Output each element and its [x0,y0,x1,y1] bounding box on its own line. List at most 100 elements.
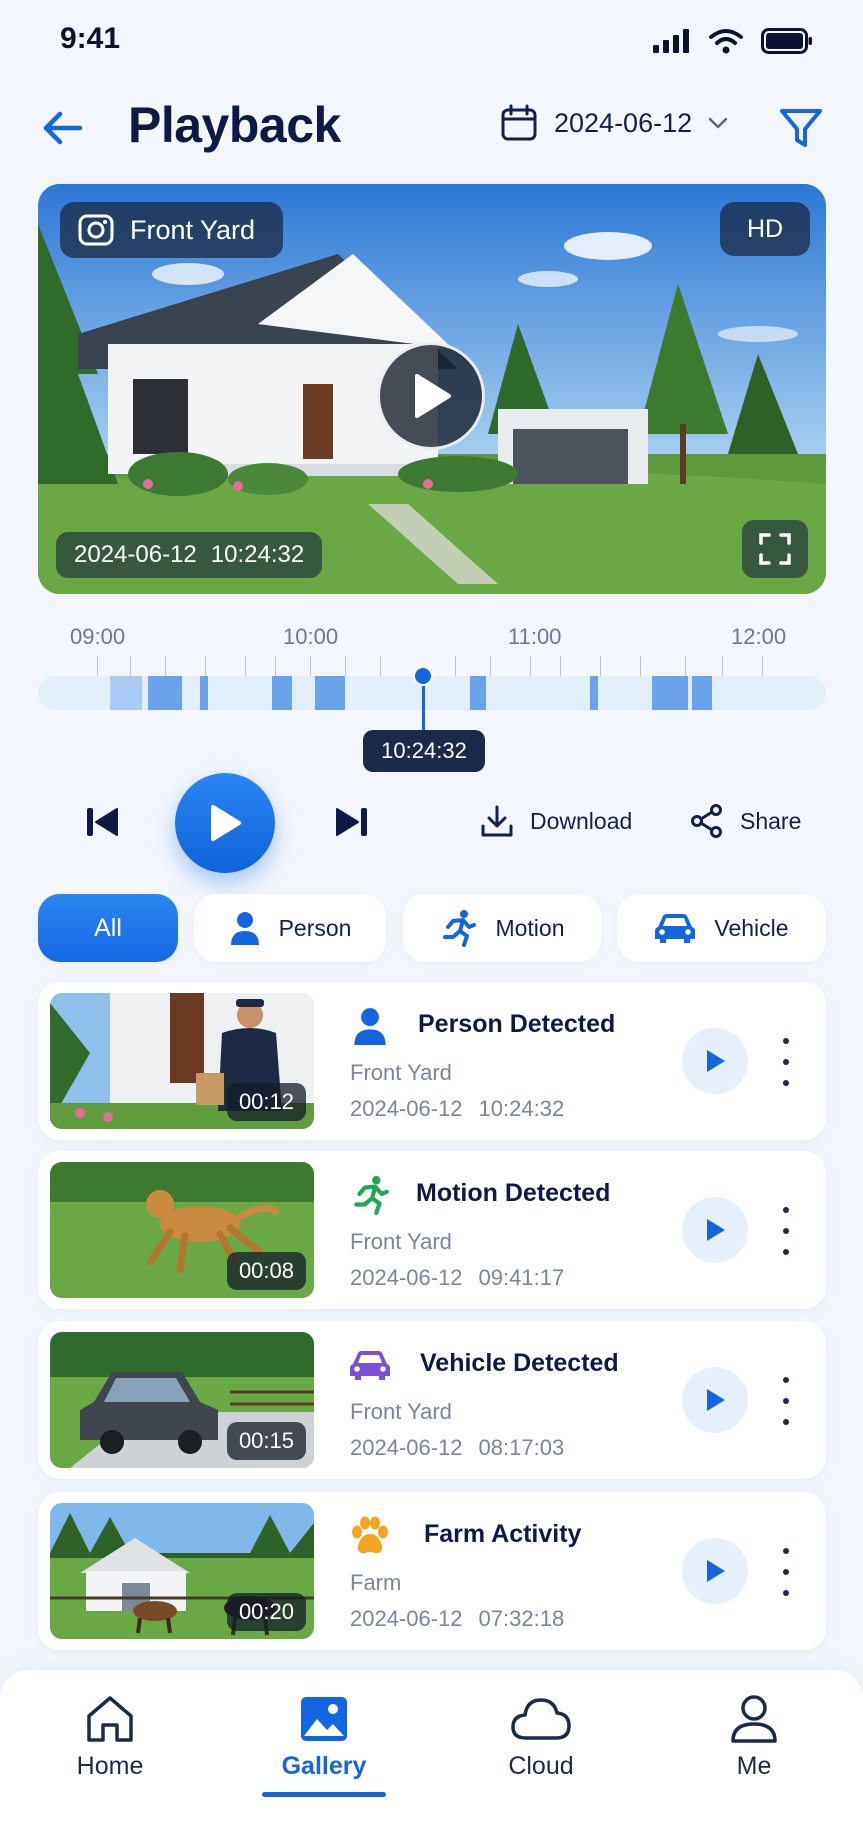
event-datetime: 2024-06-12 07:32:18 [350,1606,564,1632]
event-date: 2024-06-12 [350,1435,463,1460]
event-location: Front Yard [350,1399,452,1424]
filter-chip-motion[interactable]: Motion [403,894,601,962]
timeline-tick [245,656,246,676]
nav-active-indicator [262,1792,386,1797]
event-type-icon [348,1343,392,1387]
timeline-recording-segment[interactable] [590,676,598,710]
user-icon [731,1695,777,1743]
filter-chip-person[interactable]: Person [194,894,386,962]
timeline-recording-segment[interactable] [148,676,182,710]
event-card[interactable]: 00:08 Motion Detected Front Yard 2024-06… [38,1151,826,1309]
event-location: Front Yard [350,1060,452,1085]
share-button[interactable]: Share [690,804,801,838]
event-more-button[interactable] [778,1034,794,1090]
timeline-tick [310,656,311,676]
timeline-tick [130,656,131,676]
page-title: Playback [128,97,341,153]
event-type-icon [348,1004,392,1048]
skip-previous-icon [87,808,118,836]
event-play-button[interactable] [682,1197,748,1263]
nav-label: Home [76,1752,144,1780]
back-button[interactable] [34,100,90,156]
timeline-tick [455,656,456,676]
event-thumbnail: 00:08 [50,1162,314,1298]
event-time: 09:41:17 [478,1265,565,1290]
paw-icon [352,1516,388,1554]
timeline-recording-segment[interactable] [315,676,345,710]
event-more-button[interactable] [778,1203,794,1259]
filter-chip-all[interactable]: All [38,894,178,962]
download-button[interactable]: Download [480,804,632,838]
nav-item-gallery[interactable]: Gallery [254,1694,394,1781]
gallery-icon [301,1697,347,1741]
timeline-recording-segment[interactable] [470,676,486,710]
fullscreen-button[interactable] [742,520,808,578]
event-location: Farm [350,1570,402,1595]
event-card[interactable]: 00:15 Vehicle Detected Front Yard 2024-0… [38,1321,826,1479]
video-play-button[interactable] [377,342,485,450]
timeline-tick [165,656,166,676]
nav-item-cloud[interactable]: Cloud [471,1694,611,1781]
download-label: Download [530,807,633,834]
event-play-button[interactable] [682,1028,748,1094]
timeline-tick [490,656,491,676]
event-duration: 00:12 [226,1083,306,1121]
share-icon [691,804,722,838]
play-icon [707,1560,725,1582]
event-time: 10:24:32 [478,1096,565,1121]
share-label: Share [740,807,802,834]
event-thumbnail: 00:20 [50,1503,314,1639]
play-icon [211,805,241,841]
timeline-label: 09:00 [70,624,126,649]
previous-button[interactable] [80,800,124,844]
timeline-tick [530,656,531,676]
event-play-button[interactable] [682,1538,748,1604]
timeline-tick [762,656,763,676]
timeline-tick [560,656,561,676]
event-card[interactable]: 00:12 Person Detected Front Yard 2024-06… [38,982,826,1140]
camera-icon [78,214,114,246]
timeline-tick [97,656,98,676]
fullscreen-icon [759,533,791,565]
event-date: 2024-06-12 [350,1606,463,1631]
video-player[interactable]: Front Yard HD 2024-06-12 10:24:32 [38,184,826,594]
timeline-tick [205,656,206,676]
filter-chip-vehicle[interactable]: Vehicle [617,894,826,962]
event-title: Farm Activity [424,1520,582,1548]
event-date: 2024-06-12 [350,1096,463,1121]
nav-item-me[interactable]: Me [684,1694,824,1781]
date-picker[interactable]: 2024-06-12 [500,104,728,142]
next-button[interactable] [330,800,374,844]
event-play-button[interactable] [682,1367,748,1433]
event-thumbnail: 00:15 [50,1332,314,1468]
skip-next-icon [336,808,367,836]
event-card[interactable]: 00:20 Farm Activity Farm 2024-06-12 07:3… [38,1492,826,1650]
timeline-tick [380,656,381,676]
signal-icon [653,29,689,53]
timeline-recording-segment[interactable] [692,676,712,710]
quality-badge[interactable]: HD [720,202,810,256]
event-title: Vehicle Detected [420,1349,619,1377]
timeline-recording-segment[interactable] [200,676,208,710]
play-icon [415,374,451,418]
play-button[interactable] [175,773,275,873]
wifi-icon [709,29,743,54]
person-icon [230,912,259,945]
event-more-button[interactable] [778,1544,794,1600]
nav-item-home[interactable]: Home [40,1694,180,1781]
event-type-icon [348,1514,392,1558]
timeline-recording-segment[interactable] [652,676,688,710]
nav-label: Cloud [508,1752,574,1780]
event-title: Motion Detected [416,1179,611,1207]
car-icon [350,1351,390,1380]
bottom-navigation: Home Gallery Cloud Me [0,1670,863,1822]
timeline-recording-segment[interactable] [272,676,292,710]
video-timestamp-date: 2024-06-12 [74,541,197,568]
timeline-scrubber-handle[interactable] [413,666,433,686]
event-more-button[interactable] [778,1373,794,1429]
date-picker-value: 2024-06-12 [554,107,693,138]
camera-name-badge[interactable]: Front Yard [60,202,284,258]
timeline-recording-segment[interactable] [110,676,142,710]
video-timestamp: 2024-06-12 10:24:32 [56,532,323,578]
filter-button[interactable] [773,100,829,156]
